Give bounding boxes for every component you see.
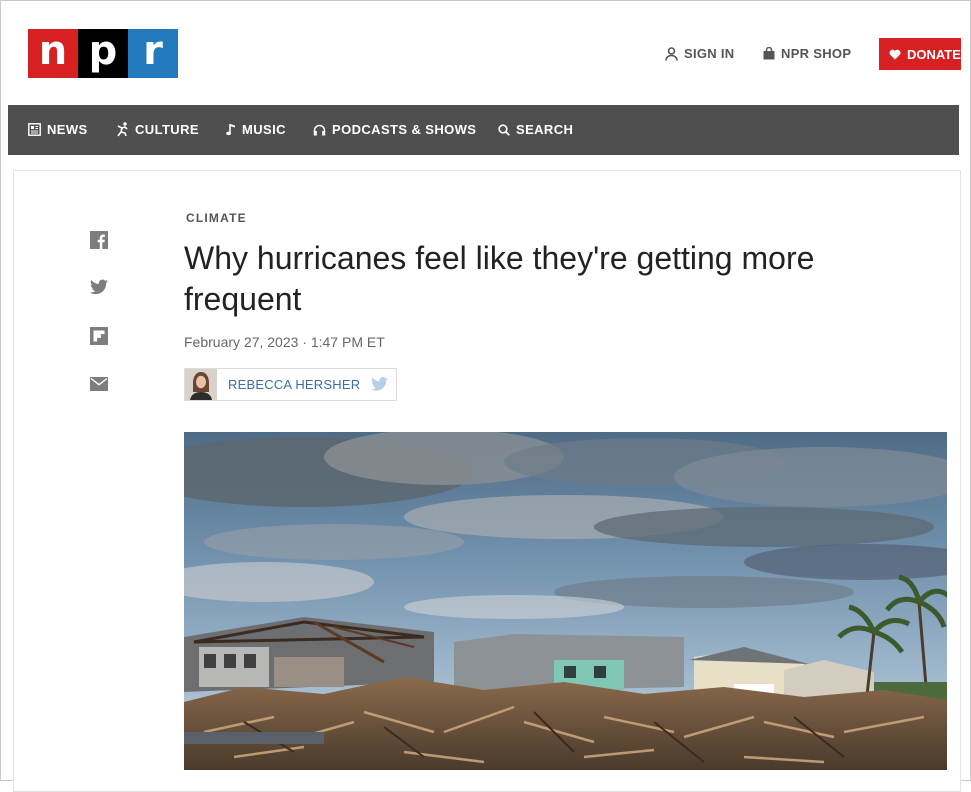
facebook-icon: [90, 231, 108, 249]
search-icon: [498, 123, 510, 136]
donate-button[interactable]: DONATE: [879, 38, 961, 70]
nav-music[interactable]: MUSIC: [226, 122, 286, 137]
flipboard-icon: [90, 327, 108, 345]
main-nav: NEWS CULTURE MUSIC PODCASTS & SHOWS SEAR…: [8, 105, 959, 155]
logo-letter-p: p: [78, 29, 128, 78]
music-note-icon: [226, 124, 235, 136]
share-email[interactable]: [90, 377, 108, 395]
article-title: Why hurricanes feel like they're getting…: [184, 240, 815, 317]
share-facebook[interactable]: [90, 231, 108, 249]
shopping-bag-icon: [763, 47, 775, 60]
author-twitter-link[interactable]: [371, 377, 388, 396]
heart-icon: [889, 49, 901, 59]
logo-letter-r: r: [128, 29, 178, 78]
email-icon: [90, 377, 108, 391]
figure-icon: [117, 122, 128, 137]
author-avatar[interactable]: [185, 369, 217, 400]
nav-search[interactable]: SEARCH: [498, 122, 573, 137]
donate-label: DONATE: [907, 46, 961, 62]
section-slug[interactable]: CLIMATE: [186, 211, 247, 225]
sign-in-label: SIGN IN: [684, 46, 735, 61]
lead-photo[interactable]: [184, 432, 947, 770]
user-icon: [665, 46, 678, 61]
nav-music-label: MUSIC: [242, 122, 286, 137]
twitter-icon: [90, 279, 108, 295]
sign-in-link[interactable]: SIGN IN: [665, 46, 735, 61]
share-twitter[interactable]: [90, 279, 108, 297]
author-name-link[interactable]: REBECCA HERSHER: [228, 377, 360, 392]
share-flipboard[interactable]: [90, 327, 108, 345]
headphones-icon: [313, 124, 326, 135]
nav-news-label: NEWS: [47, 122, 88, 137]
nav-podcasts-shows[interactable]: PODCASTS & SHOWS: [313, 122, 476, 137]
publish-date: February 27, 2023 · 1:47 PM ET: [184, 334, 385, 350]
nav-search-label: SEARCH: [516, 122, 574, 137]
newspaper-icon: [28, 123, 41, 136]
logo-letter-n: n: [28, 29, 78, 78]
npr-logo[interactable]: n p r: [28, 29, 178, 78]
nav-culture[interactable]: CULTURE: [117, 122, 199, 137]
nav-podcasts-label: PODCASTS & SHOWS: [332, 122, 477, 137]
nav-culture-label: CULTURE: [135, 122, 199, 137]
npr-shop-link[interactable]: NPR SHOP: [763, 46, 851, 61]
npr-shop-label: NPR SHOP: [781, 46, 852, 61]
twitter-icon: [371, 377, 388, 391]
byline-card: REBECCA HERSHER: [184, 368, 397, 401]
nav-news[interactable]: NEWS: [28, 122, 88, 137]
